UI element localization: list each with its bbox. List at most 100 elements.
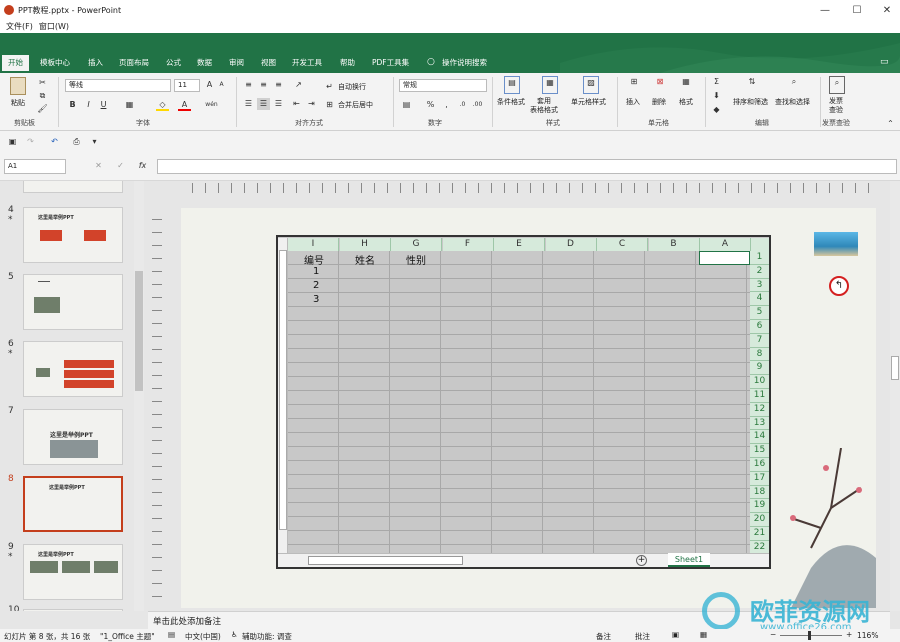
accessibility-status[interactable]: 辅助功能: 调查 — [242, 631, 292, 642]
header-cell-id[interactable]: 编号 — [304, 252, 324, 267]
menu-window[interactable]: 窗口(W) — [39, 21, 69, 32]
id-cell[interactable]: 1 — [313, 266, 319, 277]
phonetic-icon[interactable]: wén — [205, 99, 218, 111]
format-painter-icon[interactable]: 🖌 — [36, 103, 49, 115]
wrap-text-icon[interactable]: ↵ — [323, 81, 336, 93]
id-cell[interactable]: 3 — [313, 294, 319, 305]
insert-function-button[interactable]: fx — [136, 160, 149, 172]
maximize-button[interactable]: ☐ — [842, 0, 872, 20]
row-header-20[interactable]: 20 — [750, 513, 769, 527]
clear-icon[interactable]: ◆ — [710, 104, 723, 116]
italic-button[interactable]: I — [82, 99, 95, 111]
align-center-icon[interactable]: ☰ — [257, 98, 270, 110]
menu-file[interactable]: 文件(F) — [6, 21, 33, 32]
bold-button[interactable]: B — [66, 99, 79, 111]
comment-icon[interactable]: ▭ — [880, 57, 889, 67]
increase-decimal-icon[interactable]: .0 — [456, 99, 469, 111]
delete-cells-icon[interactable]: ⊠ — [652, 76, 668, 94]
save-icon[interactable]: ▣ — [6, 136, 19, 148]
preview-icon[interactable]: ⎙ — [70, 136, 83, 148]
underline-button[interactable]: U — [97, 99, 110, 111]
decrease-indent-icon[interactable]: ⇤ — [290, 98, 303, 110]
embedded-worksheet[interactable]: IHGFEDCBA 1 2 3 4 5 6 7 8 9 10 11 12 13 14 15 16 17 18 19 2… — [276, 235, 771, 569]
collapse-ribbon-icon[interactable]: ⌃ — [884, 118, 897, 130]
zoom-slider[interactable] — [780, 631, 842, 640]
shrink-font-icon[interactable]: A — [215, 79, 228, 91]
tab-developer[interactable]: 开发工具 — [290, 55, 324, 71]
borders-icon[interactable]: ▦ — [123, 99, 136, 111]
comments-button[interactable]: 批注 — [635, 631, 650, 642]
tab-data[interactable]: 数据 — [195, 55, 214, 71]
slide-thumbnail-10[interactable] — [23, 609, 123, 611]
delete-cells-button[interactable]: 删除 — [652, 97, 666, 107]
slide-thumbnail[interactable] — [23, 181, 123, 193]
sort-filter-button[interactable]: 排序和筛选 — [733, 97, 768, 107]
row-header-2[interactable]: 2 — [750, 264, 769, 279]
id-cell[interactable]: 2 — [313, 280, 319, 291]
row-header-4[interactable]: 4 — [750, 292, 769, 307]
spellcheck-icon[interactable]: ▤ — [168, 630, 175, 639]
normal-view-icon[interactable]: ▣ — [672, 630, 679, 639]
tab-formulas[interactable]: 公式 — [164, 55, 183, 71]
close-button[interactable]: ✕ — [872, 0, 900, 20]
row-header-5[interactable]: 5 — [750, 306, 769, 320]
row-header-18[interactable]: 18 — [750, 485, 769, 500]
merge-center-button[interactable]: 合并后居中 — [338, 100, 373, 110]
column-header-E[interactable]: E — [494, 238, 545, 251]
row-header-21[interactable]: 21 — [750, 527, 769, 541]
tab-help[interactable]: 帮助 — [338, 55, 357, 71]
number-format-select[interactable]: 常规 — [399, 79, 487, 92]
add-sheet-icon[interactable]: + — [636, 555, 647, 566]
cut-icon[interactable]: ✂ — [36, 77, 49, 89]
sheet-vertical-scrollbar[interactable] — [278, 238, 288, 554]
conditional-format-icon[interactable]: ▤ — [504, 76, 520, 94]
slide-thumbnail-9[interactable]: 这里是举例PPT — [23, 544, 123, 600]
align-middle-icon[interactable]: ≡ — [257, 79, 270, 91]
undo-icon[interactable]: ↶ — [48, 136, 61, 148]
row-header-13[interactable]: 13 — [750, 416, 769, 431]
name-box[interactable]: A1 — [4, 159, 66, 174]
minimize-button[interactable]: — — [810, 0, 840, 20]
paste-icon[interactable] — [10, 77, 26, 95]
font-name-select[interactable]: 等线 — [65, 79, 171, 92]
grid-area[interactable] — [288, 251, 750, 553]
column-header-D[interactable]: D — [545, 238, 597, 251]
cell-styles-icon[interactable]: ▨ — [583, 76, 599, 94]
fill-icon[interactable]: ⬇ — [710, 90, 723, 102]
header-cell-name[interactable]: 姓名 — [355, 252, 375, 267]
format-cells-button[interactable]: 格式 — [679, 97, 693, 107]
sheet-tab-sheet1[interactable]: Sheet1 — [668, 553, 710, 567]
table-format-icon[interactable]: ▦ — [542, 76, 558, 94]
row-header-19[interactable]: 19 — [750, 499, 769, 514]
font-color-icon[interactable]: A — [178, 99, 191, 111]
slide-thumbnail-8-selected[interactable]: 这里是举例PPT — [23, 476, 123, 532]
row-header-11[interactable]: 11 — [750, 389, 769, 403]
row-header-3[interactable]: 3 — [750, 278, 769, 293]
column-header-B[interactable]: B — [648, 238, 700, 251]
tab-review[interactable]: 审阅 — [227, 55, 246, 71]
row-header-17[interactable]: 17 — [750, 471, 769, 486]
language[interactable]: 中文(中国) — [185, 631, 221, 642]
orientation-icon[interactable]: ↗ — [292, 79, 305, 91]
sheet-horizontal-scrollbar[interactable] — [308, 556, 463, 565]
slide-thumbnail-6[interactable] — [23, 341, 123, 397]
invoice-check-button[interactable]: 发票 查验 — [829, 97, 843, 115]
redo-icon[interactable]: ↷ — [24, 136, 37, 148]
confirm-entry-icon[interactable]: ✓ — [114, 160, 127, 172]
selected-cell-a1[interactable] — [699, 251, 750, 265]
row-header-9[interactable]: 9 — [750, 361, 769, 376]
formula-input[interactable] — [157, 159, 897, 174]
font-size-select[interactable]: 11 — [174, 79, 200, 92]
customize-qat-icon[interactable]: ▾ — [88, 136, 101, 148]
merge-icon[interactable]: ⊞ — [323, 99, 336, 111]
conditional-format-button[interactable]: 条件格式 — [497, 97, 525, 107]
row-header-15[interactable]: 15 — [750, 444, 769, 458]
select-all-corner[interactable] — [751, 238, 769, 251]
find-select-icon[interactable]: ⌕ — [786, 76, 802, 94]
comma-icon[interactable]: , — [440, 99, 453, 111]
tab-home[interactable]: 开始 — [2, 55, 29, 71]
row-header-8[interactable]: 8 — [750, 347, 769, 362]
fill-color-icon[interactable]: ◇ — [156, 99, 169, 111]
slide-thumbnail-4[interactable]: 这里是举例PPT — [23, 207, 123, 263]
align-right-icon[interactable]: ☰ — [272, 98, 285, 110]
